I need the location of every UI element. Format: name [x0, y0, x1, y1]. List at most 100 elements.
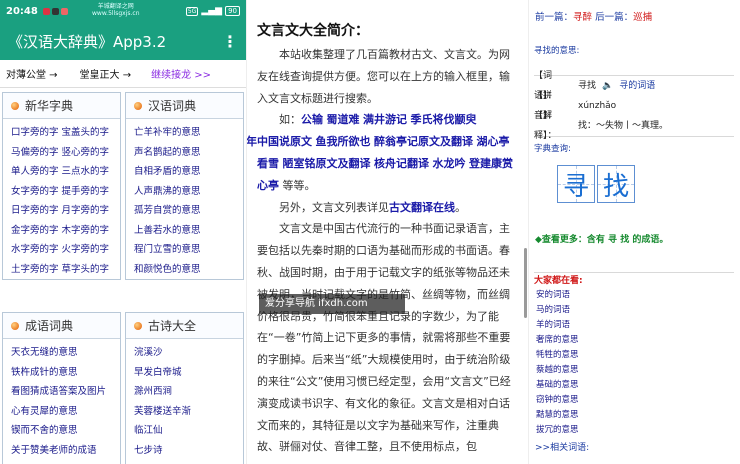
category-row-1: 新华字典 口字旁的字 宝盖头的字 马偏旁的字 竖心旁的字 单人旁的字 三点水的字…: [2, 92, 244, 280]
list-item[interactable]: 土字旁的字 草字头的字: [11, 260, 120, 280]
list-item[interactable]: 窃钟的意思: [536, 393, 734, 408]
more-idioms-link[interactable]: ◆查看更多：含有 寻 找 的成语。: [535, 232, 668, 245]
article: 文言文大全简介： 本站收集整理了几百篇教材古文、文言文。为网友在线查询提供方便。…: [247, 0, 528, 458]
box-title[interactable]: 汉语词典: [148, 97, 196, 114]
box-title[interactable]: 古诗大全: [148, 317, 196, 334]
list-item[interactable]: 和颜悦色的意思: [134, 260, 243, 280]
list-item[interactable]: 拔冗的意思: [536, 423, 734, 438]
article-link[interactable]: 水龙吟: [433, 157, 466, 170]
list-item[interactable]: 人声鼎沸的意思: [134, 182, 243, 202]
box-title[interactable]: 新华字典: [25, 97, 73, 114]
status-site-watermark: 羊城翻译之网 www.5llsgxjs.cn: [92, 3, 140, 17]
list-item[interactable]: 上善若水的意思: [134, 221, 243, 241]
box-header: 汉语词典: [126, 93, 243, 119]
list-item[interactable]: 牦牲的意思: [536, 348, 734, 363]
list-item[interactable]: 安的词语: [536, 288, 734, 303]
list-item[interactable]: 关于赞美老师的成语: [11, 441, 120, 461]
list-item[interactable]: 自相矛盾的意思: [134, 162, 243, 182]
list-item[interactable]: 锲而不舍的意思: [11, 421, 120, 441]
bullet-icon: [134, 101, 142, 110]
chengyu-jielong-nav: 对薄公堂 → 堂皇正大 → 继续接龙 >>: [0, 60, 246, 88]
list-item[interactable]: 奢席的意思: [536, 333, 734, 348]
bullet-icon: [11, 101, 19, 110]
list-item[interactable]: 程门立雪的意思: [134, 240, 243, 260]
network-icon: 5G: [185, 6, 199, 16]
related-words-label[interactable]: >>相关词语:: [535, 440, 589, 453]
link-list: 亡羊补牢的意思 声名鹊起的意思 自相矛盾的意思 人声鼎沸的意思 孤芳自赏的意思 …: [126, 119, 243, 279]
list-item[interactable]: 天衣无缝的意思: [11, 343, 120, 363]
examples-paragraph: 如：公输 蜀道难 满井游记 季氏将伐颛臾少年中国说原文 鱼我所欲也 醉翁亭记原文…: [247, 109, 518, 196]
article-link[interactable]: 陋室铭原文及翻译: [283, 157, 371, 170]
list-item[interactable]: 金字旁的字 木字旁的字: [11, 221, 120, 241]
list-item[interactable]: 马偏旁的字 竖心旁的字: [11, 143, 120, 163]
list-item[interactable]: 早发白帝城: [134, 363, 243, 383]
character-cell[interactable]: 寻: [557, 165, 595, 203]
article-link[interactable]: 醉翁亭记原文及翻译: [374, 135, 473, 148]
related-words-link[interactable]: 寻的词语: [619, 76, 655, 96]
list-item[interactable]: 看图猜成语答案及图片: [11, 382, 120, 402]
article-link[interactable]: 核舟记翻译: [374, 157, 429, 170]
list-item[interactable]: 黠慧的意思: [536, 408, 734, 423]
list-item[interactable]: 芙蓉楼送辛渐: [134, 402, 243, 422]
list-item[interactable]: 水字旁的字 火字旁的字: [11, 240, 120, 260]
prev-idiom-link[interactable]: 对薄公堂 →: [6, 66, 58, 81]
article-link[interactable]: 季氏将伐颛臾: [411, 113, 477, 126]
list-item[interactable]: 蔡越的意思: [536, 363, 734, 378]
notification-icons: [42, 7, 68, 15]
prev-next-nav: 前一篇：寻醉 后一篇：巡捕: [535, 12, 653, 23]
list-item[interactable]: 基础的意思: [536, 378, 734, 393]
list-item[interactable]: 七步诗: [134, 441, 243, 461]
article-link[interactable]: 鱼我所欲也: [316, 135, 371, 148]
prev-word-link[interactable]: 寻醉: [573, 12, 592, 23]
next-word-link[interactable]: 巡捕: [633, 12, 652, 23]
watermark-banner: 爱分享导航 ifxdh.com: [259, 294, 405, 314]
list-item[interactable]: 浣溪沙: [134, 343, 243, 363]
list-item[interactable]: 单人旁的字 三点水的字: [11, 162, 120, 182]
popular-list: 安的词语 马的词语 羊的词语 奢席的意思 牦牲的意思 蔡越的意思 基础的意思 窃…: [534, 288, 734, 438]
box-header: 新华字典: [3, 93, 120, 119]
xinhua-dictionary-box: 新华字典 口字旁的字 宝盖头的字 马偏旁的字 竖心旁的字 单人旁的字 三点水的字…: [2, 92, 121, 280]
app-panel: 20:48 羊城翻译之网 www.5llsgxjs.cn 5G ▂▄▆ 90 《…: [0, 0, 246, 464]
list-paragraph: 另外，文言文列表详见古文翻译在线。: [279, 200, 466, 214]
list-item[interactable]: 马的词语: [536, 303, 734, 318]
list-item[interactable]: 心有灵犀的意思: [11, 402, 120, 422]
list-item[interactable]: 铁杵成针的意思: [11, 363, 120, 383]
dict-query-label: 字典查询:: [534, 144, 571, 154]
article-link[interactable]: 公输: [301, 113, 323, 126]
next-idiom-link[interactable]: 堂皇正大 →: [80, 66, 132, 81]
link-list: 口字旁的字 宝盖头的字 马偏旁的字 竖心旁的字 单人旁的字 三点水的字 女字旁的…: [3, 119, 120, 279]
battery-icon: 90: [225, 6, 240, 16]
app-notification-icon: [60, 7, 68, 15]
list-item[interactable]: 日字旁的字 月字旁的字: [11, 201, 120, 221]
speaker-icon[interactable]: 🔈: [602, 76, 613, 96]
scrollbar[interactable]: [524, 248, 527, 318]
meaning-label: 寻找的意思:: [534, 46, 580, 56]
article-link[interactable]: 满井游记: [363, 113, 407, 126]
ancient-poems-box: 古诗大全 浣溪沙 早发白帝城 滁州西涧 芙蓉楼送辛渐 临江仙 七步诗: [125, 312, 244, 464]
body-paragraph: 文言文是中国古代流行的一种书面记录语言，主要包括以先秦时期的口语为基础而形成的书…: [257, 222, 511, 454]
list-item[interactable]: 口字旁的字 宝盖头的字: [11, 123, 120, 143]
list-item[interactable]: 女字旁的字 提手旁的字: [11, 182, 120, 202]
more-vert-icon[interactable]: ⋮: [222, 32, 238, 51]
app-bar: 《汉语大辞典》App3.2 ⋮: [0, 22, 246, 60]
list-item[interactable]: 临江仙: [134, 421, 243, 441]
app-notification-icon: [42, 7, 50, 15]
list-item[interactable]: 亡羊补牢的意思: [134, 123, 243, 143]
link-list: 天衣无缝的意思 铁杵成针的意思 看图猜成语答案及图片 心有灵犀的意思 锲而不舍的…: [3, 339, 120, 460]
list-item[interactable]: 孤芳自赏的意思: [134, 201, 243, 221]
link-list: 浣溪沙 早发白帝城 滁州西涧 芙蓉楼送辛渐 临江仙 七步诗: [126, 339, 243, 460]
article-heading: 文言文大全简介：: [257, 23, 369, 39]
translation-link[interactable]: 古文翻译在线: [389, 201, 455, 214]
box-title[interactable]: 成语词典: [25, 317, 73, 334]
bullet-icon: [134, 321, 142, 330]
classical-chinese-panel: 文言文大全简介： 本站收集整理了几百篇教材古文、文言文。为网友在线查询提供方便。…: [246, 0, 528, 464]
article-link[interactable]: 少年中国说原文: [247, 135, 312, 148]
list-item[interactable]: 羊的词语: [536, 318, 734, 333]
list-item[interactable]: 滁州西涧: [134, 382, 243, 402]
continue-jielong-link[interactable]: 继续接龙 >>: [151, 66, 211, 81]
diamond-icon: ◆: [535, 235, 542, 245]
idiom-dictionary-box: 成语词典 天衣无缝的意思 铁杵成针的意思 看图猜成语答案及图片 心有灵犀的意思 …: [2, 312, 121, 464]
article-link[interactable]: 蜀道难: [327, 113, 360, 126]
character-cell[interactable]: 找: [597, 165, 635, 203]
list-item[interactable]: 声名鹊起的意思: [134, 143, 243, 163]
